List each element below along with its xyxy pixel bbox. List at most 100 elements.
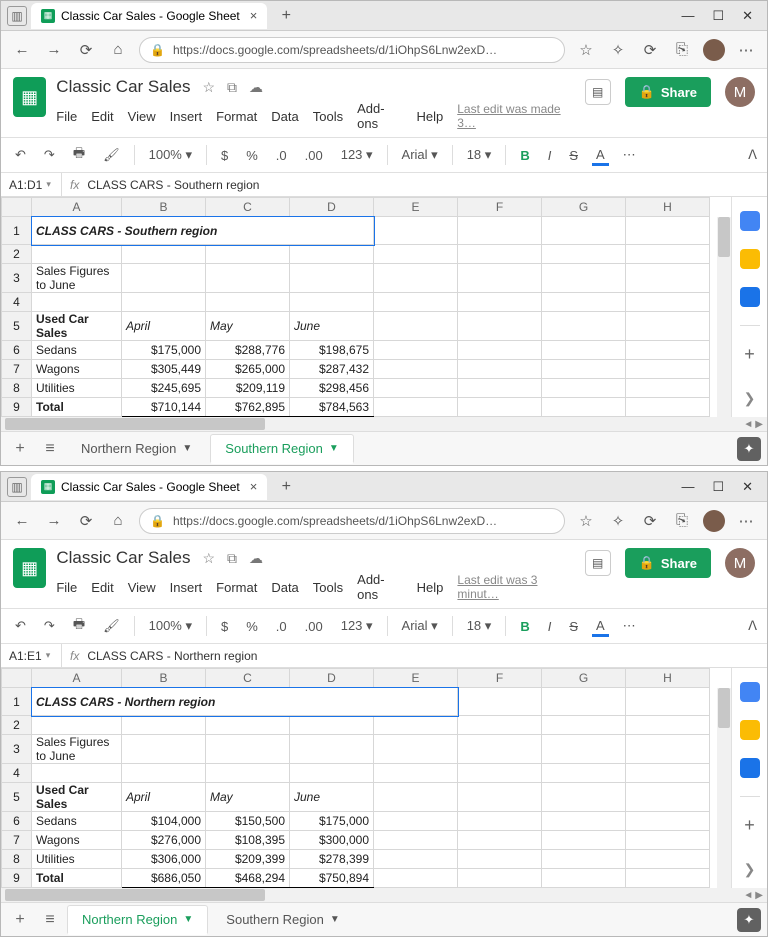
font-size-selector[interactable]: 18 ▾ (463, 616, 496, 636)
scroll-arrow[interactable]: ▶ (755, 890, 763, 901)
cell[interactable]: $710,144 (122, 398, 206, 417)
cell[interactable] (374, 869, 458, 888)
url-field[interactable]: 🔒https://docs.google.com/spreadsheets/d/… (139, 37, 565, 63)
explore-button[interactable]: ✦ (737, 908, 761, 932)
cell[interactable] (374, 379, 458, 398)
italic-button[interactable]: I (544, 617, 556, 636)
favorite-button[interactable]: ☆ (575, 41, 597, 59)
document-title[interactable]: Classic Car Sales (56, 548, 190, 568)
cell[interactable] (626, 245, 710, 264)
cell[interactable] (122, 293, 206, 312)
row-header[interactable]: 7 (2, 831, 32, 850)
back-button[interactable]: ← (11, 512, 33, 529)
menu-tools[interactable]: Tools (313, 109, 343, 124)
cell[interactable]: Sedans (32, 812, 122, 831)
cell[interactable] (374, 812, 458, 831)
add-sheet-button[interactable]: + (7, 440, 33, 458)
scrollbar-thumb[interactable] (5, 889, 265, 901)
cell[interactable]: Used Car Sales (32, 783, 122, 812)
currency-button[interactable]: $ (217, 146, 232, 165)
cell[interactable] (290, 716, 374, 735)
cell[interactable] (458, 379, 542, 398)
cell[interactable] (626, 764, 710, 783)
account-avatar[interactable]: M (725, 548, 755, 578)
cell[interactable]: $306,000 (122, 850, 206, 869)
menu-data[interactable]: Data (271, 580, 298, 595)
scroll-arrow[interactable]: ◄ (743, 419, 753, 430)
star-icon[interactable]: ☆ (202, 550, 215, 567)
maximize-button[interactable]: ☐ (712, 8, 724, 24)
redo-button[interactable]: ↷ (40, 616, 59, 636)
row-header[interactable]: 9 (2, 869, 32, 888)
menu-view[interactable]: View (128, 580, 156, 595)
row-header[interactable]: 6 (2, 812, 32, 831)
sheet-tab[interactable]: Northern Region▼ (67, 905, 208, 935)
cell[interactable] (458, 217, 542, 245)
close-window-button[interactable]: ✕ (742, 479, 753, 495)
italic-button[interactable]: I (544, 146, 556, 165)
tab-group-icon[interactable]: ▥ (7, 477, 27, 497)
history-button[interactable]: ⟳ (639, 512, 661, 530)
cell[interactable] (374, 245, 458, 264)
account-avatar[interactable]: M (725, 77, 755, 107)
extensions-button[interactable]: ⎘ (671, 512, 693, 529)
cell[interactable]: Sales Figures to June (32, 264, 122, 293)
menu-tools[interactable]: Tools (313, 580, 343, 595)
cell[interactable] (458, 716, 542, 735)
minimize-button[interactable]: — (681, 479, 694, 495)
cell[interactable] (374, 341, 458, 360)
cell[interactable]: April (122, 783, 206, 812)
cell[interactable] (458, 341, 542, 360)
format-selector[interactable]: 123 ▾ (337, 145, 377, 165)
cell[interactable]: May (206, 312, 290, 341)
all-sheets-button[interactable]: ≡ (37, 911, 63, 929)
col-header-D[interactable]: D (290, 669, 374, 688)
keep-icon[interactable] (740, 249, 760, 269)
spreadsheet-grid[interactable]: ABCDEFGH1CLASS CARS - Northern region23S… (1, 668, 710, 888)
col-header-B[interactable]: B (122, 198, 206, 217)
col-header-G[interactable]: G (542, 198, 626, 217)
cell[interactable] (458, 360, 542, 379)
horizontal-scrollbar[interactable]: ◄▶ (1, 888, 767, 902)
formula-bar[interactable]: CLASS CARS - Southern region (87, 178, 259, 192)
cell[interactable] (374, 716, 458, 735)
print-button[interactable]: 🖶 (69, 142, 89, 168)
cell[interactable] (374, 217, 458, 245)
cell[interactable]: $265,000 (206, 360, 290, 379)
cell[interactable] (290, 735, 374, 764)
cell[interactable] (542, 360, 626, 379)
collections-button[interactable]: ✧ (607, 41, 629, 59)
star-icon[interactable]: ☆ (202, 79, 215, 96)
chevron-down-icon[interactable]: ▼ (182, 443, 192, 454)
menu-file[interactable]: File (56, 109, 77, 124)
cell[interactable]: June (290, 312, 374, 341)
collections-button[interactable]: ✧ (607, 512, 629, 530)
cell[interactable] (458, 812, 542, 831)
col-header-C[interactable]: C (206, 198, 290, 217)
row-header[interactable]: 3 (2, 735, 32, 764)
cell[interactable] (374, 764, 458, 783)
cell[interactable] (458, 245, 542, 264)
home-button[interactable]: ⌂ (107, 41, 129, 58)
tasks-icon[interactable] (740, 758, 760, 778)
row-header[interactable]: 6 (2, 341, 32, 360)
hide-sidepanel-button[interactable]: ❯ (744, 390, 756, 407)
cell[interactable] (122, 245, 206, 264)
cell[interactable] (374, 264, 458, 293)
cell[interactable] (542, 688, 626, 716)
row-header[interactable]: 2 (2, 716, 32, 735)
cell[interactable]: $276,000 (122, 831, 206, 850)
forward-button[interactable]: → (43, 41, 65, 58)
last-edit-link[interactable]: Last edit was made 3… (457, 102, 574, 130)
forward-button[interactable]: → (43, 512, 65, 529)
cell[interactable] (458, 735, 542, 764)
browser-menu-button[interactable]: ⋯ (735, 41, 757, 59)
col-header-F[interactable]: F (458, 669, 542, 688)
col-header-E[interactable]: E (374, 198, 458, 217)
cell[interactable] (542, 245, 626, 264)
cell[interactable]: Sedans (32, 341, 122, 360)
cell[interactable]: April (122, 312, 206, 341)
browser-tab[interactable]: ▦Classic Car Sales - Google Sheet× (31, 474, 267, 500)
cell[interactable] (626, 831, 710, 850)
cell[interactable] (626, 341, 710, 360)
